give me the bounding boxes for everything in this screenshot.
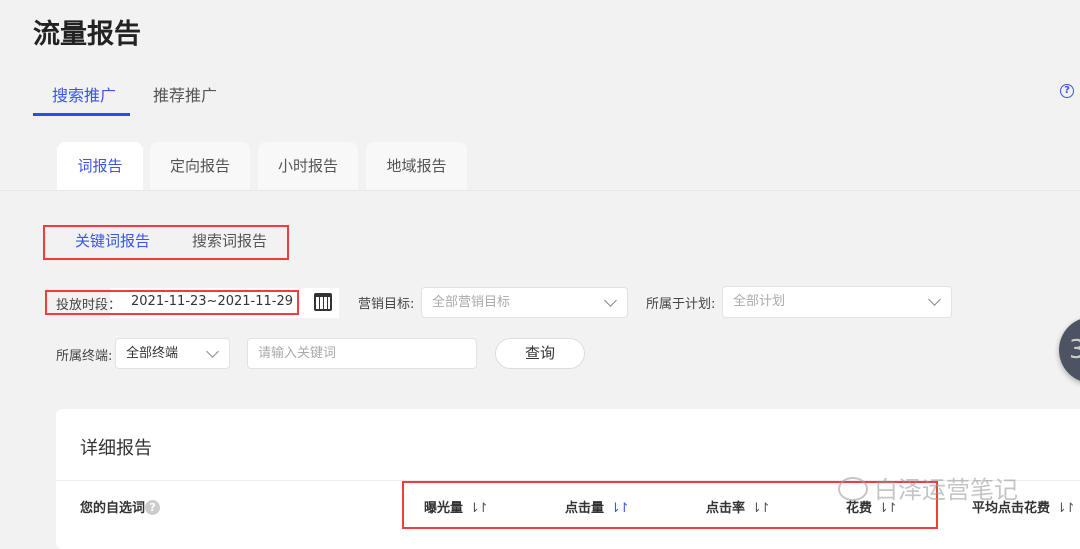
tab-search-term-report[interactable]: 搜索词报告 [192,230,267,251]
goal-select[interactable]: 全部营销目标 [421,287,628,318]
highlight-box-date [45,290,299,315]
keyword-input[interactable]: 请输入关键词 [247,338,477,369]
chevron-down-icon [206,345,219,358]
tab-region-report[interactable]: 地域报告 [366,142,467,190]
goal-label: 营销目标: [358,297,415,312]
keyword-input-placeholder: 请输入关键词 [258,346,337,361]
tab-keyword-report[interactable]: 关键词报告 [75,230,150,251]
tab-word-report[interactable]: 词报告 [57,142,143,190]
column-label: 您的自选词 [80,501,146,516]
watermark: 白泽运营笔记 [838,470,1018,505]
terminal-select[interactable]: 全部终端 [115,338,230,369]
active-tab-indicator [33,113,130,116]
wechat-icon [838,477,868,501]
help-icon[interactable]: ? [1060,84,1074,98]
plan-select[interactable]: 全部计划 [722,286,952,318]
floating-assistant-button[interactable]: 3 [1059,317,1080,383]
question-icon[interactable]: ? [145,500,161,515]
terminal-select-value: 全部终端 [126,346,179,361]
query-button[interactable]: 查询 [495,338,585,369]
page-title: 流量报告 [33,19,141,50]
terminal-label: 所属终端: [56,349,113,364]
chevron-down-icon [928,293,941,306]
plan-label: 所属于计划: [646,297,716,312]
tab-hourly-report[interactable]: 小时报告 [258,142,358,190]
goal-select-value: 全部营销目标 [432,295,511,310]
sort-icon[interactable]: ⇂↾ [1056,501,1076,516]
tabs-divider [0,190,1080,191]
calendar-icon[interactable] [314,293,332,311]
watermark-text: 白泽运营笔记 [874,476,1018,504]
chevron-down-icon [604,294,617,307]
column-header-keyword: 您的自选词? [80,497,161,516]
tab-targeting-report[interactable]: 定向报告 [150,142,250,190]
tab-recommend-promotion[interactable]: 推荐推广 [153,82,217,106]
detail-report-title: 详细报告 [80,438,152,459]
tab-search-promotion[interactable]: 搜索推广 [52,82,116,106]
plan-select-value: 全部计划 [733,294,786,309]
